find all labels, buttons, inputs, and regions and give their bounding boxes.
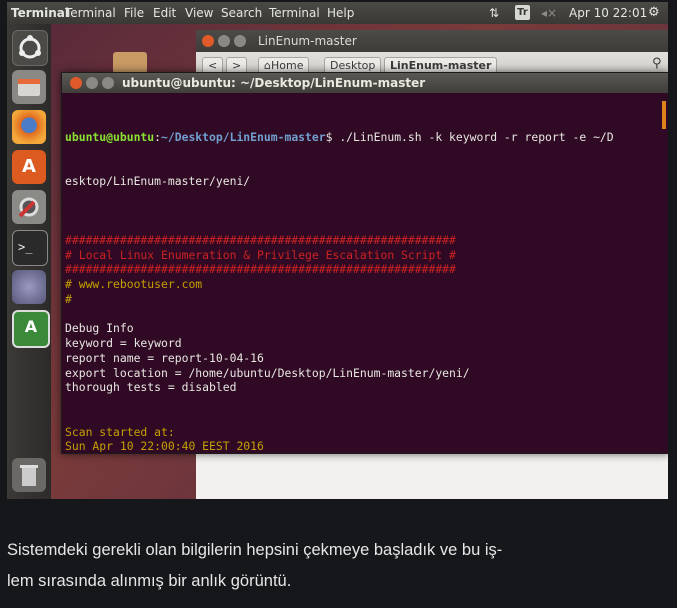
settings-icon[interactable]: [12, 190, 46, 224]
menu-help[interactable]: Help: [327, 6, 354, 20]
inkscape-icon[interactable]: [12, 270, 46, 304]
files-icon[interactable]: [12, 70, 46, 104]
terminal-line: thorough tests = disabled: [65, 380, 237, 395]
command-line: ubuntu@ubuntu:~/Desktop/LinEnum-master$ …: [65, 130, 665, 145]
gear-icon[interactable]: ⚙: [648, 5, 660, 20]
file-manager-title: LinEnum-master: [258, 34, 357, 48]
terminal-line: report name = report-10-04-16: [65, 350, 264, 365]
maximize-icon[interactable]: [234, 35, 246, 47]
terminal-icon[interactable]: >_: [12, 230, 48, 266]
clock[interactable]: Apr 10 22:01: [569, 6, 647, 20]
volume-icon[interactable]: ◂×: [541, 6, 557, 20]
terminal-line: # Local Linux Enumeration & Privilege Es…: [65, 247, 456, 262]
firefox-icon[interactable]: [12, 110, 46, 144]
command-wrap: esktop/LinEnum-master/yeni/: [65, 173, 251, 188]
ubuntu-dash-icon[interactable]: [12, 30, 48, 66]
search-icon[interactable]: ⚲: [652, 56, 662, 71]
terminal-line: ########################################…: [65, 262, 456, 277]
folder-icon[interactable]: [113, 52, 147, 74]
breadcrumb-home-label: Home: [270, 59, 304, 72]
top-panel: Terminal Terminal File Edit View Search …: [7, 2, 668, 24]
menu-file[interactable]: File: [124, 6, 144, 20]
network-icon[interactable]: ⇅: [489, 6, 499, 20]
terminal-line: keyword = keyword: [65, 336, 182, 350]
maximize-icon[interactable]: [102, 77, 114, 89]
minimize-icon[interactable]: [218, 35, 230, 47]
caption-line-2: lem sırasında alınmış bir anlık görüntü.: [7, 572, 292, 590]
terminal-window: ubuntu@ubuntu: ~/Desktop/LinEnum-master …: [61, 72, 668, 454]
menu-terminal-2[interactable]: Terminal: [269, 6, 320, 20]
trash-icon[interactable]: [12, 458, 46, 492]
terminal-line: Sun Apr 10 22:00:40 EEST 2016: [65, 439, 264, 452]
terminal-output[interactable]: ubuntu@ubuntu:~/Desktop/LinEnum-master$ …: [65, 100, 665, 453]
terminal-titlebar: ubuntu@ubuntu: ~/Desktop/LinEnum-master: [62, 73, 668, 93]
menu-edit[interactable]: Edit: [153, 6, 176, 20]
launcher: A >_ A: [7, 24, 51, 499]
screenshot: Terminal Terminal File Edit View Search …: [7, 2, 668, 499]
terminal-line: export location = /home/ubuntu/Desktop/L…: [65, 365, 470, 380]
prompt-separator: :: [154, 129, 162, 144]
prompt-user: ubuntu@ubuntu: [65, 129, 155, 144]
close-icon[interactable]: [202, 35, 214, 47]
menu-terminal[interactable]: Terminal: [65, 6, 116, 20]
close-icon[interactable]: [70, 77, 82, 89]
software-center-icon[interactable]: A: [12, 150, 46, 184]
keyboard-layout-indicator[interactable]: Tr: [515, 5, 530, 20]
terminal-line: ########################################…: [65, 232, 456, 247]
terminal-line: #: [65, 291, 72, 306]
file-manager-titlebar: LinEnum-master: [196, 30, 668, 52]
updates-icon[interactable]: A: [12, 310, 50, 348]
active-app-name: Terminal: [11, 6, 70, 20]
caption-line-1: Sistemdeki gerekli olan bilgilerin hepsi…: [7, 541, 503, 559]
prompt-path: ~/Desktop/LinEnum-master: [161, 129, 326, 144]
terminal-line: Scan started at:: [65, 424, 175, 439]
minimize-icon[interactable]: [86, 77, 98, 89]
menu-search[interactable]: Search: [221, 6, 262, 20]
command-text: ./LinEnum.sh -k keyword -r report -e ~/D: [332, 129, 614, 144]
terminal-line: Debug Info: [65, 321, 134, 336]
caption: Sistemdeki gerekli olan bilgilerin hepsi…: [7, 535, 671, 597]
scrollbar-thumb[interactable]: [662, 101, 666, 129]
terminal-title: ubuntu@ubuntu: ~/Desktop/LinEnum-master: [122, 76, 426, 90]
terminal-line: # www.rebootuser.com: [65, 277, 203, 291]
menu-view[interactable]: View: [185, 6, 213, 20]
